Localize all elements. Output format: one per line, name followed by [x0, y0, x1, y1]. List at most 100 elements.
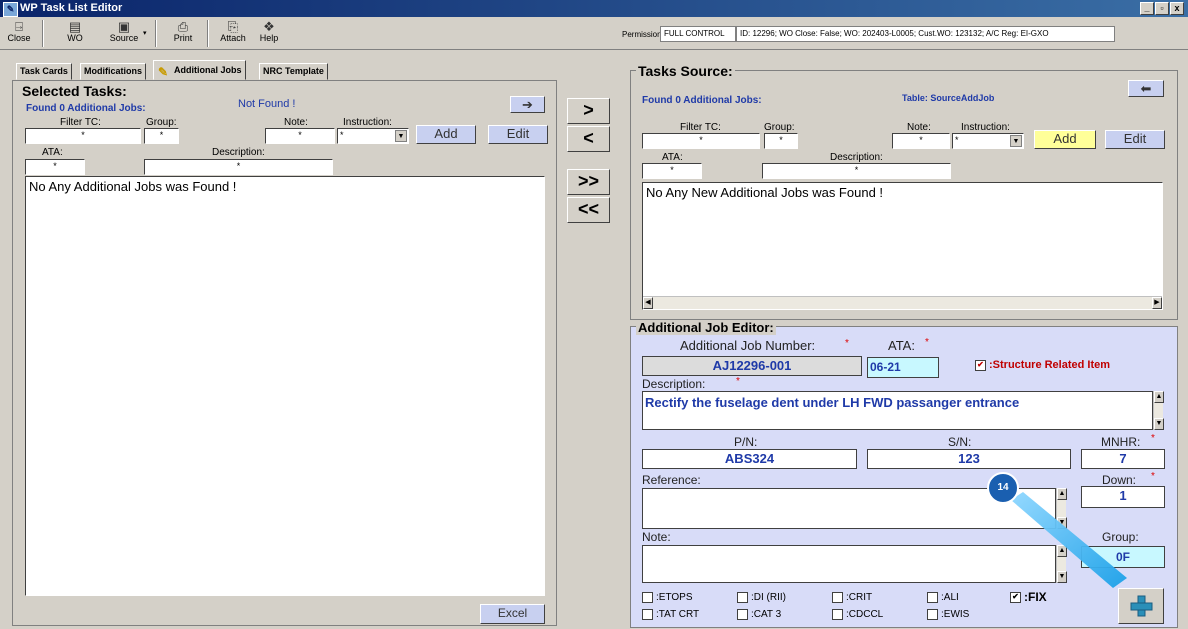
- selected-add-button[interactable]: Add: [416, 125, 476, 144]
- job-editor-title: Additional Job Editor:: [636, 320, 776, 335]
- source-note-input[interactable]: *: [892, 133, 950, 149]
- excel-button[interactable]: Excel: [480, 604, 545, 624]
- source-ata-input[interactable]: *: [642, 163, 702, 179]
- source-add-button[interactable]: Add: [1034, 130, 1096, 149]
- source-tasks-list[interactable]: No Any New Additional Jobs was Found ! ◀…: [642, 182, 1163, 310]
- toolbar-separator: [207, 20, 209, 47]
- di-rii-checkbox[interactable]: :DI (RII): [737, 592, 786, 603]
- arrow-right-icon: ➔: [522, 97, 533, 112]
- help-button[interactable]: ❖ Help: [254, 19, 284, 49]
- ata-required: *: [925, 337, 929, 348]
- source-instruction-value: *: [955, 135, 959, 145]
- source-group-label: Group:: [764, 122, 795, 133]
- selected-filter-tc-input[interactable]: *: [25, 128, 141, 144]
- move-one-left-button[interactable]: <: [567, 126, 610, 152]
- checkbox-icon: [642, 592, 653, 603]
- selected-ata-input[interactable]: *: [25, 159, 85, 175]
- di-rii-label: :DI (RII): [751, 592, 786, 604]
- cat3-checkbox[interactable]: :CAT 3: [737, 609, 781, 620]
- pn-field[interactable]: ABS324: [642, 449, 857, 469]
- selected-instruction-label: Instruction:: [343, 117, 392, 128]
- source-filter-tc-input[interactable]: *: [642, 133, 760, 149]
- selected-description-input[interactable]: *: [144, 159, 333, 175]
- title-bar: ✎ WP Task List Editor _ ▫ x: [0, 0, 1188, 17]
- close-button[interactable]: ⍈ Close: [4, 19, 34, 49]
- description-field[interactable]: Rectify the fuselage dent under LH FWD p…: [642, 391, 1153, 430]
- description-label: Description:: [642, 377, 706, 391]
- chevron-down-icon[interactable]: ▼: [1010, 135, 1022, 147]
- source-list-empty-text: No Any New Additional Jobs was Found !: [646, 185, 884, 200]
- selected-group-label: Group:: [146, 117, 177, 128]
- wo-button[interactable]: ▤ WO: [60, 19, 90, 49]
- scroll-left-icon[interactable]: ◀: [643, 297, 653, 309]
- structure-related-label: :Structure Related Item: [989, 359, 1111, 371]
- source-group-input[interactable]: *: [764, 133, 798, 149]
- move-all-right-button[interactable]: >>: [567, 169, 610, 195]
- checkbox-icon: [927, 592, 938, 603]
- reference-label: Reference:: [642, 473, 701, 487]
- help-label: Help: [259, 33, 279, 43]
- checkbox-icon: [737, 609, 748, 620]
- crit-checkbox[interactable]: :CRIT: [832, 592, 872, 603]
- chevron-down-icon[interactable]: ▼: [395, 130, 407, 142]
- toolbar-separator: [155, 20, 157, 47]
- minimize-button[interactable]: _: [1140, 2, 1154, 15]
- tab-nrc-template[interactable]: NRC Template: [259, 63, 328, 80]
- scroll-up-icon[interactable]: ▲: [1154, 391, 1164, 403]
- ali-checkbox[interactable]: :ALI: [927, 592, 959, 603]
- selected-arrow-button[interactable]: ➔: [510, 96, 545, 113]
- selected-note-label: Note:: [284, 117, 308, 128]
- attach-button[interactable]: ⎘ Attach: [216, 19, 250, 49]
- sn-field[interactable]: 123: [867, 449, 1071, 469]
- horizontal-scrollbar[interactable]: ◀ ▶: [643, 296, 1162, 309]
- source-arrow-button[interactable]: ⬅: [1128, 80, 1164, 97]
- print-label: Print: [173, 33, 193, 43]
- attach-icon: ⎘: [227, 19, 239, 34]
- close-window-button[interactable]: x: [1170, 2, 1184, 15]
- tab-task-cards[interactable]: Task Cards: [16, 63, 72, 80]
- chevron-down-icon[interactable]: ▾: [143, 29, 147, 37]
- ewis-checkbox[interactable]: :EWIS: [927, 609, 969, 620]
- source-instruction-select[interactable]: * ▼: [952, 133, 1024, 149]
- maximize-button[interactable]: ▫: [1155, 2, 1169, 15]
- checkbox-checked-icon: ✔: [975, 359, 986, 371]
- checkbox-icon: [832, 609, 843, 620]
- tab-additional-jobs[interactable]: ✎ Additional Jobs: [153, 60, 246, 80]
- source-description-input[interactable]: *: [762, 163, 951, 179]
- tat-crt-label: :TAT CRT: [656, 609, 700, 621]
- ewis-label: :EWIS: [941, 609, 970, 621]
- source-edit-button[interactable]: Edit: [1105, 130, 1165, 149]
- selected-list-empty-text: No Any Additional Jobs was Found !: [29, 179, 237, 194]
- mnhr-required: *: [1151, 433, 1155, 444]
- scroll-right-icon[interactable]: ▶: [1152, 297, 1162, 309]
- tat-crt-checkbox[interactable]: :TAT CRT: [642, 609, 699, 620]
- toolbar: ⍈ Close ▤ WO ▣ Source ▾ ⎙ Print ⎘ Attach…: [0, 17, 1188, 50]
- toolbar-separator: [42, 20, 44, 47]
- mnhr-label: MNHR:: [1101, 435, 1141, 449]
- etops-checkbox[interactable]: :ETOPS: [642, 592, 693, 603]
- description-scrollbar[interactable]: ▲ ▼: [1153, 391, 1164, 430]
- selected-tasks-list[interactable]: No Any Additional Jobs was Found !: [25, 176, 545, 596]
- structure-related-checkbox[interactable]: ✔:Structure Related Item: [975, 359, 1110, 371]
- selected-instruction-select[interactable]: * ▼: [337, 128, 409, 144]
- permission-label: Permission:: [622, 30, 664, 39]
- attach-label: Attach: [220, 33, 246, 43]
- down-required: *: [1151, 471, 1155, 482]
- source-button[interactable]: ▣ Source: [104, 19, 144, 49]
- tab-modifications[interactable]: Modifications: [80, 63, 146, 80]
- selected-note-input[interactable]: *: [265, 128, 335, 144]
- selected-group-input[interactable]: *: [144, 128, 179, 144]
- scroll-down-icon[interactable]: ▼: [1154, 418, 1164, 430]
- tasks-source-title: Tasks Source:: [636, 63, 735, 79]
- cdccl-checkbox[interactable]: :CDCCL: [832, 609, 883, 620]
- callout-badge: 14: [997, 482, 1009, 493]
- print-button[interactable]: ⎙ Print: [168, 19, 198, 49]
- mnhr-field[interactable]: 7: [1081, 449, 1165, 469]
- selected-edit-button[interactable]: Edit: [488, 125, 548, 144]
- source-label: Source: [109, 33, 139, 43]
- help-icon: ❖: [263, 19, 275, 34]
- move-one-right-button[interactable]: >: [567, 98, 610, 124]
- job-number-field[interactable]: AJ12296-001: [642, 356, 862, 376]
- ata-field[interactable]: 06-21: [867, 357, 939, 378]
- move-all-left-button[interactable]: <<: [567, 197, 610, 223]
